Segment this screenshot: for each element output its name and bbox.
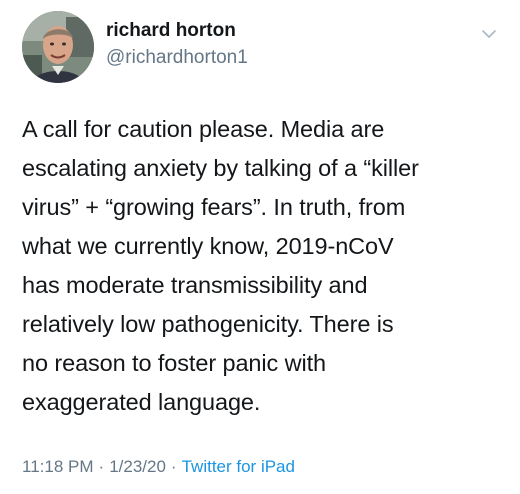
tweet-card: richard horton @richardhorton1 A call fo… xyxy=(0,0,520,494)
chevron-down-icon[interactable] xyxy=(480,25,498,43)
tweet-header: richard horton @richardhorton1 xyxy=(22,11,502,83)
tweet-meta: 11:18 PM · 1/23/20 · Twitter for iPad xyxy=(22,456,295,478)
tweet-source-link[interactable]: Twitter for iPad xyxy=(182,457,295,476)
avatar-photo xyxy=(22,11,94,83)
author-handle[interactable]: @richardhorton1 xyxy=(106,45,248,71)
meta-separator: · xyxy=(170,457,177,476)
author-names: richard horton @richardhorton1 xyxy=(106,19,248,71)
meta-separator: · xyxy=(98,457,105,476)
tweet-date[interactable]: 1/23/20 xyxy=(109,457,166,476)
tweet-text: A call for caution please. Media are esc… xyxy=(22,116,419,415)
tweet-time[interactable]: 11:18 PM xyxy=(22,457,94,476)
avatar[interactable] xyxy=(22,11,94,83)
author-display-name[interactable]: richard horton xyxy=(106,19,248,43)
